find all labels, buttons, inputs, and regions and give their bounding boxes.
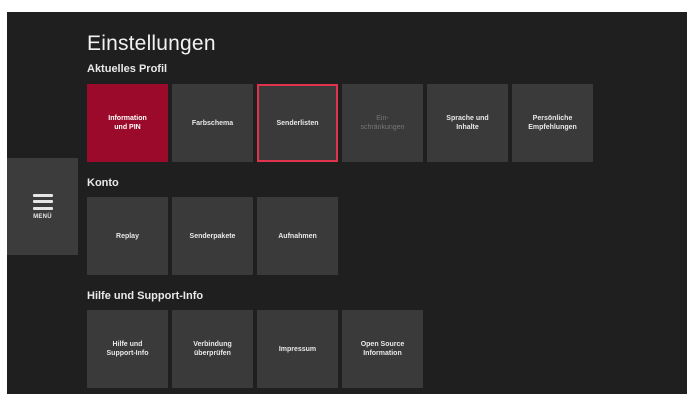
tile-senderpakete[interactable]: Senderpakete xyxy=(172,197,253,275)
tv-screen: MENÜ Einstellungen Aktuelles Profil Info… xyxy=(7,12,687,394)
tile-open-source-information[interactable]: Open Source Information xyxy=(342,310,423,388)
menu-button[interactable]: MENÜ xyxy=(7,158,78,255)
section-title-konto: Konto xyxy=(87,177,119,189)
tile-information-und-pin[interactable]: Information und PIN xyxy=(87,84,168,162)
tile-replay[interactable]: Replay xyxy=(87,197,168,275)
tile-einschraenkungen: Ein- schränkungen xyxy=(342,84,423,162)
tile-sprache-und-inhalte[interactable]: Sprache und Inhalte xyxy=(427,84,508,162)
tile-row-konto: Replay Senderpakete Aufnahmen xyxy=(87,197,338,275)
tile-verbindung-ueberpruefen[interactable]: Verbindung überprüfen xyxy=(172,310,253,388)
tile-senderlisten[interactable]: Senderlisten xyxy=(257,84,338,162)
tile-row-hilfe-und-support: Hilfe und Support-Info Verbindung überpr… xyxy=(87,310,423,388)
section-title-hilfe-und-support: Hilfe und Support-Info xyxy=(87,290,204,302)
tile-impressum[interactable]: Impressum xyxy=(257,310,338,388)
tile-persoenliche-empfehlungen[interactable]: Persönliche Empfehlungen xyxy=(512,84,593,162)
tile-row-aktuelles-profil: Information und PIN Farbschema Senderlis… xyxy=(87,84,593,162)
tile-aufnahmen[interactable]: Aufnahmen xyxy=(257,197,338,275)
tile-hilfe-und-support-info[interactable]: Hilfe und Support-Info xyxy=(87,310,168,388)
tile-farbschema[interactable]: Farbschema xyxy=(172,84,253,162)
hamburger-menu-icon xyxy=(32,193,53,210)
menu-label: MENÜ xyxy=(33,213,52,220)
section-title-aktuelles-profil: Aktuelles Profil xyxy=(87,63,168,75)
page-title: Einstellungen xyxy=(87,32,216,55)
